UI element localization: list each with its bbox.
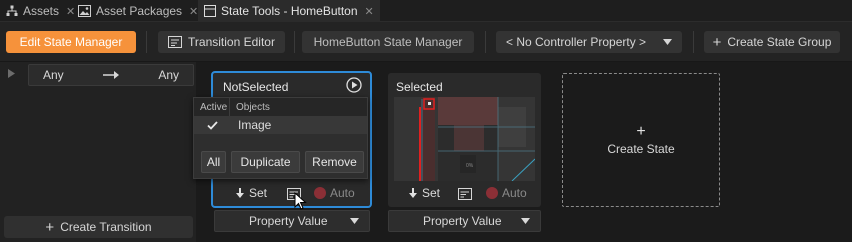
tab-asset-packages[interactable]: Asset Packages ✕: [72, 0, 204, 22]
column-header-objects: Objects: [236, 101, 270, 113]
all-button[interactable]: All: [201, 151, 226, 173]
set-label: Set: [422, 186, 441, 200]
auto-label: Auto: [502, 186, 527, 200]
state-tools-icon: [204, 5, 216, 17]
state-name: NotSelected: [223, 80, 289, 94]
property-value-dropdown[interactable]: Property Value: [214, 210, 370, 232]
state-preview: 0%: [394, 97, 535, 181]
set-button[interactable]: Set: [235, 186, 267, 200]
tab-assets[interactable]: Assets ✕: [0, 0, 81, 22]
plus-icon: +: [45, 218, 55, 236]
transition-editor-button[interactable]: Transition Editor: [158, 31, 285, 53]
controller-property-dropdown[interactable]: < No Controller Property >: [496, 31, 682, 53]
tab-state-tools[interactable]: State Tools - HomeButton ✕: [198, 0, 380, 22]
plus-icon: +: [636, 123, 646, 140]
transition-row[interactable]: Any Any: [28, 64, 194, 86]
transition-editor-icon: [168, 36, 183, 48]
preview-thumbnail: 0%: [394, 97, 535, 181]
record-icon: [486, 187, 498, 199]
edit-state-manager-button[interactable]: Edit State Manager: [6, 31, 136, 53]
image-icon: [78, 5, 91, 17]
arrow-right-icon: [103, 71, 119, 79]
arrow-down-icon: [409, 187, 417, 198]
state-card-selected[interactable]: Selected 0% Set Auto: [388, 73, 541, 207]
preview-text: 0%: [466, 163, 474, 169]
arrow-down-icon: [236, 187, 244, 198]
hierarchy-icon: [6, 5, 18, 16]
create-state-label: Create State: [607, 142, 675, 156]
plus-icon: +: [712, 33, 722, 51]
state-manager-name: HomeButton State Manager: [302, 31, 474, 53]
object-name: Image: [238, 118, 272, 132]
button-label: Duplicate: [240, 155, 291, 169]
column-header-active: Active: [194, 98, 230, 116]
expand-triangle-icon[interactable]: [8, 69, 15, 78]
auto-label: Auto: [330, 186, 355, 200]
create-state-button[interactable]: + Create State: [562, 73, 720, 207]
button-label: Remove: [312, 155, 357, 169]
property-value-dropdown[interactable]: Property Value: [388, 210, 541, 232]
toolbar: Edit State Manager Transition Editor Hom…: [0, 22, 852, 62]
transitions-panel: Any Any + Create Transition: [0, 62, 196, 242]
caret-down-icon: [663, 39, 672, 45]
remove-button[interactable]: Remove: [305, 151, 364, 173]
separator: [693, 31, 694, 53]
tab-label: Assets: [23, 4, 60, 18]
popup-header: Active Objects: [194, 98, 367, 116]
transition-from: Any: [43, 68, 64, 82]
state-name: Selected: [396, 80, 443, 94]
record-icon: [314, 187, 326, 199]
mouse-cursor-icon: [294, 192, 307, 210]
button-label: Transition Editor: [188, 35, 275, 49]
play-icon[interactable]: [346, 77, 362, 93]
caret-down-icon: [521, 218, 530, 224]
tab-bar: Assets ✕ Asset Packages ✕ State Tools - …: [0, 0, 852, 22]
dropdown-value: < No Controller Property >: [506, 35, 647, 49]
create-state-group-button[interactable]: + Create State Group: [704, 31, 840, 53]
create-transition-button[interactable]: + Create Transition: [4, 216, 193, 238]
tab-label: State Tools - HomeButton: [221, 4, 358, 18]
auto-record-toggle[interactable]: Auto: [314, 186, 355, 200]
dropdown-value: Property Value: [249, 214, 328, 228]
set-label: Set: [249, 186, 268, 200]
button-label: All: [206, 155, 221, 169]
close-icon[interactable]: ✕: [365, 5, 374, 18]
checkmark-icon: [206, 120, 218, 130]
close-icon[interactable]: ✕: [189, 5, 198, 18]
button-label: Create Transition: [60, 220, 152, 234]
property-list-icon[interactable]: [458, 188, 472, 200]
state-manager-label: HomeButton State Manager: [313, 35, 463, 49]
separator: [146, 31, 147, 53]
caret-down-icon: [350, 218, 359, 224]
transition-to: Any: [158, 68, 179, 82]
tab-label: Asset Packages: [96, 4, 183, 18]
set-button[interactable]: Set: [408, 186, 440, 200]
object-row[interactable]: Image: [194, 116, 367, 134]
dropdown-value: Property Value: [423, 214, 502, 228]
active-checkbox[interactable]: [194, 120, 230, 130]
button-label: Create State Group: [727, 35, 832, 49]
button-label: Edit State Manager: [19, 35, 123, 49]
auto-record-toggle[interactable]: Auto: [486, 186, 527, 200]
duplicate-button[interactable]: Duplicate: [231, 151, 300, 173]
separator: [485, 31, 486, 53]
separator: [294, 31, 295, 53]
